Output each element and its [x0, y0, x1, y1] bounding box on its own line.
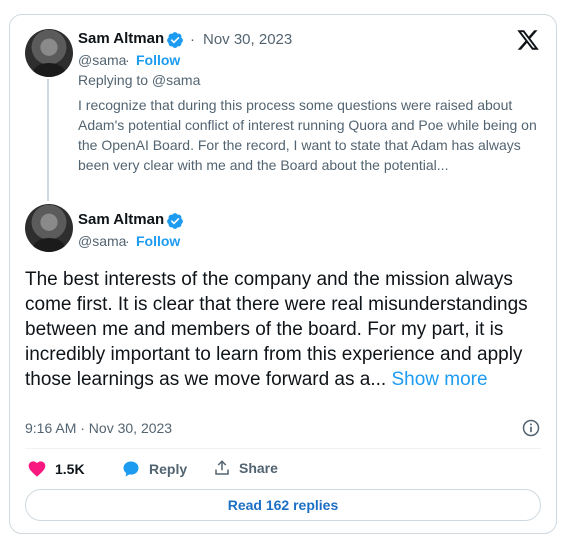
like-count: 1.5K	[55, 461, 85, 477]
thread-connector-line	[47, 79, 49, 201]
tweet-timestamp[interactable]: 9:16 AM · Nov 30, 2023	[25, 420, 172, 436]
reply-bubble-icon	[123, 461, 139, 477]
follow-link[interactable]: Follow	[136, 52, 180, 68]
share-label: Share	[239, 460, 278, 476]
reply-label: Reply	[149, 461, 188, 477]
handle-separator: ·	[125, 233, 130, 249]
avatar[interactable]	[25, 29, 73, 77]
author-handle[interactable]: @sama	[78, 233, 126, 249]
share-icon	[215, 460, 229, 475]
share-button[interactable]: Share	[213, 459, 278, 477]
follow-link[interactable]: Follow	[136, 233, 180, 249]
author-handle[interactable]: @sama	[78, 52, 126, 68]
verified-badge-icon	[167, 213, 183, 229]
embedded-tweet-card[interactable]: Sam Altman · Nov 30, 2023 @sama · Follow…	[9, 14, 557, 534]
info-icon[interactable]	[521, 418, 541, 438]
like-button[interactable]: 1.5K	[27, 459, 85, 479]
author-name[interactable]: Sam Altman	[78, 30, 164, 47]
replying-to[interactable]: Replying to @sama	[78, 72, 200, 88]
divider	[25, 448, 541, 449]
tweet-date[interactable]: Nov 30, 2023	[203, 31, 292, 48]
verified-badge-icon	[167, 32, 183, 48]
show-more-link[interactable]: Show more	[391, 369, 487, 390]
author-name[interactable]: Sam Altman	[78, 211, 164, 228]
tweet-separator: ·	[190, 31, 195, 48]
x-logo-icon[interactable]	[516, 28, 540, 52]
handle-separator: ·	[125, 52, 130, 68]
reply-button[interactable]: Reply	[121, 459, 187, 479]
heart-icon	[28, 461, 46, 477]
main-tweet-text[interactable]: The best interests of the company and th…	[25, 267, 545, 392]
reply-tweet-text[interactable]: I recognize that during this process som…	[78, 95, 548, 175]
avatar[interactable]	[25, 204, 73, 252]
read-replies-button[interactable]: Read 162 replies	[25, 489, 541, 521]
